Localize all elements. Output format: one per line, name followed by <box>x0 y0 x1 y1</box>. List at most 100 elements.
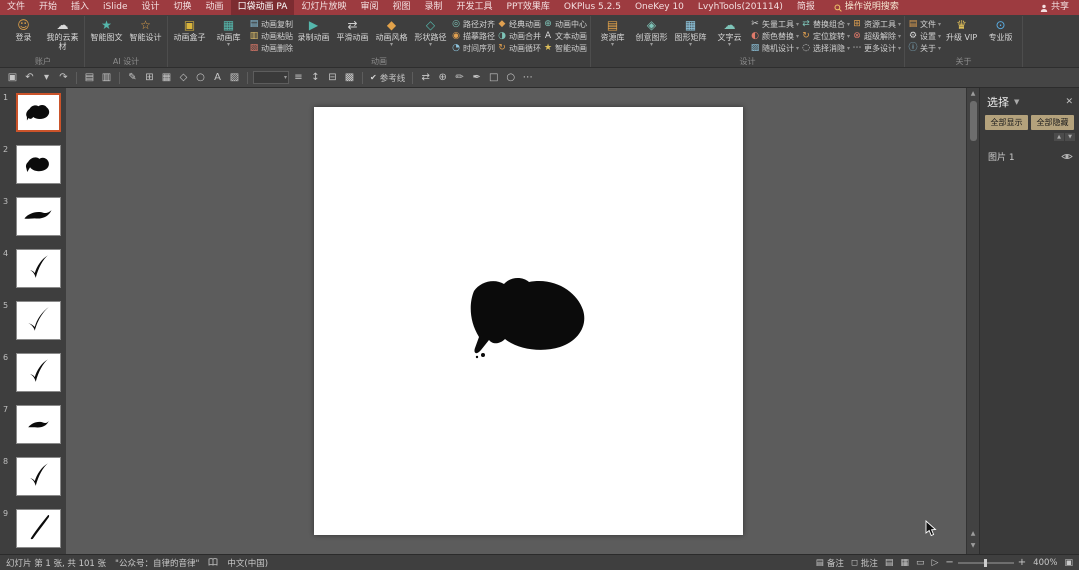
circle-icon[interactable]: ○ <box>503 70 518 86</box>
more-tools-icon[interactable]: ⋯ <box>520 70 535 86</box>
menu-tab[interactable]: PPT效果库 <box>500 0 557 15</box>
slide-thumbnail[interactable] <box>16 145 61 184</box>
notes-button[interactable]: ▤ 备注 <box>816 557 844 569</box>
undo-icon[interactable]: ↶ <box>22 70 37 86</box>
ribbon-button[interactable]: ↻ 动画循环 <box>497 42 541 54</box>
ribbon-button[interactable]: ◌ 选择消隐 ▾ <box>801 42 850 54</box>
fit-to-window-icon[interactable]: ▣ <box>1064 558 1073 568</box>
spellcheck-icon[interactable] <box>208 558 218 567</box>
font-color-icon[interactable]: A <box>210 70 225 86</box>
ribbon-button[interactable]: ◎ 路径对齐 <box>451 18 495 30</box>
menu-tab[interactable]: LvyhTools(201114) <box>691 0 790 15</box>
menu-tab[interactable]: 简报 <box>790 0 822 15</box>
scroll-up-arrow-icon[interactable]: ▲ <box>967 88 980 100</box>
ribbon-button[interactable]: ▥ 动画粘贴 <box>249 30 293 42</box>
ribbon-button[interactable]: ▦ 动画库 ▾ <box>210 16 247 56</box>
ribbon-button[interactable]: ◇ 形状路径 ▾ <box>412 16 449 56</box>
zoom-slider-thumb[interactable] <box>983 558 987 567</box>
pen-icon[interactable]: ✒ <box>469 70 484 86</box>
menu-tab[interactable]: 切换 <box>167 0 199 15</box>
selection-pane-item[interactable]: 图片 1 <box>980 147 1079 166</box>
share-button[interactable]: 共享 <box>1030 0 1079 15</box>
menu-tab[interactable]: 文件 <box>0 0 32 15</box>
style-combobox[interactable]: ▾ <box>253 71 289 84</box>
slide-thumbnail[interactable] <box>16 197 61 236</box>
ribbon-button[interactable]: ▤ 文件 ▾ <box>908 18 941 30</box>
comments-button[interactable]: ◻ 批注 <box>851 557 878 569</box>
ribbon-button[interactable]: ☁ 文字云 ▾ <box>711 16 748 56</box>
slide-thumbnail[interactable] <box>16 353 61 392</box>
pane-layout-icon[interactable]: ▣ <box>5 70 20 86</box>
reading-view-icon[interactable]: ▭ <box>916 558 925 568</box>
ribbon-button[interactable]: ▧ 动画删除 <box>249 42 293 54</box>
menu-tab[interactable]: 设计 <box>135 0 167 15</box>
swap-icon[interactable]: ⇄ <box>418 70 433 86</box>
ribbon-button[interactable]: ▶ 录制动画 <box>295 16 332 56</box>
menu-tab[interactable]: 插入 <box>64 0 96 15</box>
zoom-level[interactable]: 400% <box>1033 558 1057 568</box>
ribbon-button[interactable]: ▤ 动画复制 <box>249 18 293 30</box>
ribbon-button[interactable]: ▦ 图形矩阵 ▾ <box>672 16 709 56</box>
merge-cells-icon[interactable]: ⊟ <box>325 70 340 86</box>
undo-dropdown-icon[interactable]: ▾ <box>39 70 54 86</box>
menu-tab[interactable]: 幻灯片放映 <box>294 0 353 15</box>
draw-icon[interactable]: ✎ <box>125 70 140 86</box>
ribbon-button[interactable]: ☁ 我的云素材 <box>44 16 81 56</box>
ribbon-button[interactable]: ▣ 动画盒子 <box>171 16 208 56</box>
ribbon-button[interactable]: ★ 智能图文 <box>88 16 125 56</box>
vertical-scrollbar[interactable]: ▲ ▲ ▼ <box>966 88 979 554</box>
ribbon-button[interactable]: ▨ 随机设计 ▾ <box>750 42 799 54</box>
chevron-down-icon[interactable]: ▼ <box>1014 98 1019 106</box>
slide-thumbnail[interactable] <box>16 457 61 496</box>
ribbon-button[interactable]: ◐ 颜色替换 ▾ <box>750 30 799 42</box>
show-all-button[interactable]: 全部显示 <box>985 115 1028 130</box>
ribbon-button[interactable]: ⇄ 平滑动画 <box>334 16 371 56</box>
ribbon-button[interactable]: ☺ 登录 <box>5 16 42 56</box>
slide-sorter-view-icon[interactable]: ▦ <box>900 558 909 568</box>
ribbon-button[interactable]: A 文本动画 <box>543 30 587 42</box>
zoom-slider[interactable] <box>957 558 1014 567</box>
ribbon-button[interactable]: ⚙ 设置 ▾ <box>908 30 941 42</box>
bullets-icon[interactable]: ≡ <box>291 70 306 86</box>
line-spacing-icon[interactable]: ↕ <box>308 70 323 86</box>
grid-icon[interactable]: ▦ <box>159 70 174 86</box>
redo-icon[interactable]: ↷ <box>56 70 71 86</box>
slide-thumbnail[interactable] <box>16 509 61 548</box>
zoom-in-button[interactable]: + <box>1018 557 1026 568</box>
ribbon-button[interactable]: ⊗ 超级解除 ▾ <box>852 30 901 42</box>
ribbon-button[interactable]: ◈ 创意图形 ▾ <box>633 16 670 56</box>
pattern-icon[interactable]: ▩ <box>342 70 357 86</box>
ribbon-button[interactable]: ★ 智能动画 <box>543 42 587 54</box>
canvas-area[interactable] <box>66 88 966 554</box>
slide-thumbnail[interactable] <box>16 249 61 288</box>
table-icon[interactable]: ⊞ <box>142 70 157 86</box>
insert-shape-icon[interactable]: ⊕ <box>435 70 450 86</box>
slide[interactable] <box>314 107 743 535</box>
menu-tab[interactable]: 视图 <box>385 0 417 15</box>
ribbon-button[interactable]: ⓘ 关于 ▾ <box>908 42 942 54</box>
menu-tab[interactable]: 开始 <box>32 0 64 15</box>
layout-icon[interactable]: ▥ <box>99 70 114 86</box>
shape-icon[interactable]: ◇ <box>176 70 191 86</box>
ribbon-button[interactable]: ☆ 智能设计 <box>127 16 164 56</box>
menu-tab[interactable]: 审阅 <box>353 0 385 15</box>
ribbon-button[interactable]: ⊞ 资源工具 ▾ <box>852 18 901 30</box>
zoom-out-button[interactable]: − <box>945 557 953 568</box>
slide-thumbnail[interactable] <box>16 93 61 132</box>
ribbon-button[interactable]: ✂ 矢量工具 ▾ <box>750 18 799 30</box>
menu-tab[interactable]: 开发工具 <box>450 0 500 15</box>
ink-blob-shape[interactable] <box>314 107 743 535</box>
menu-tab[interactable]: OneKey 10 <box>628 0 691 15</box>
rectangle-icon[interactable]: □ <box>486 70 501 86</box>
slide-thumbnail[interactable] <box>16 301 61 340</box>
ribbon-button[interactable]: ⇄ 替换组合 ▾ <box>801 18 850 30</box>
tell-me-search[interactable]: 操作说明搜索 <box>834 0 899 15</box>
ribbon-button[interactable]: ↻ 定位旋转 ▾ <box>801 30 850 42</box>
normal-view-icon[interactable]: ▤ <box>885 558 894 568</box>
ribbon-button[interactable]: ◉ 描摹路径 <box>451 30 495 42</box>
ribbon-button[interactable]: ▤ 资源库 ▾ <box>594 16 631 56</box>
ribbon-button[interactable]: ◆ 经典动画 <box>497 18 541 30</box>
menu-tab[interactable]: iSlide <box>96 0 134 15</box>
scrollbar-track[interactable] <box>969 100 978 528</box>
ribbon-button[interactable]: ⊕ 动画中心 <box>543 18 587 30</box>
